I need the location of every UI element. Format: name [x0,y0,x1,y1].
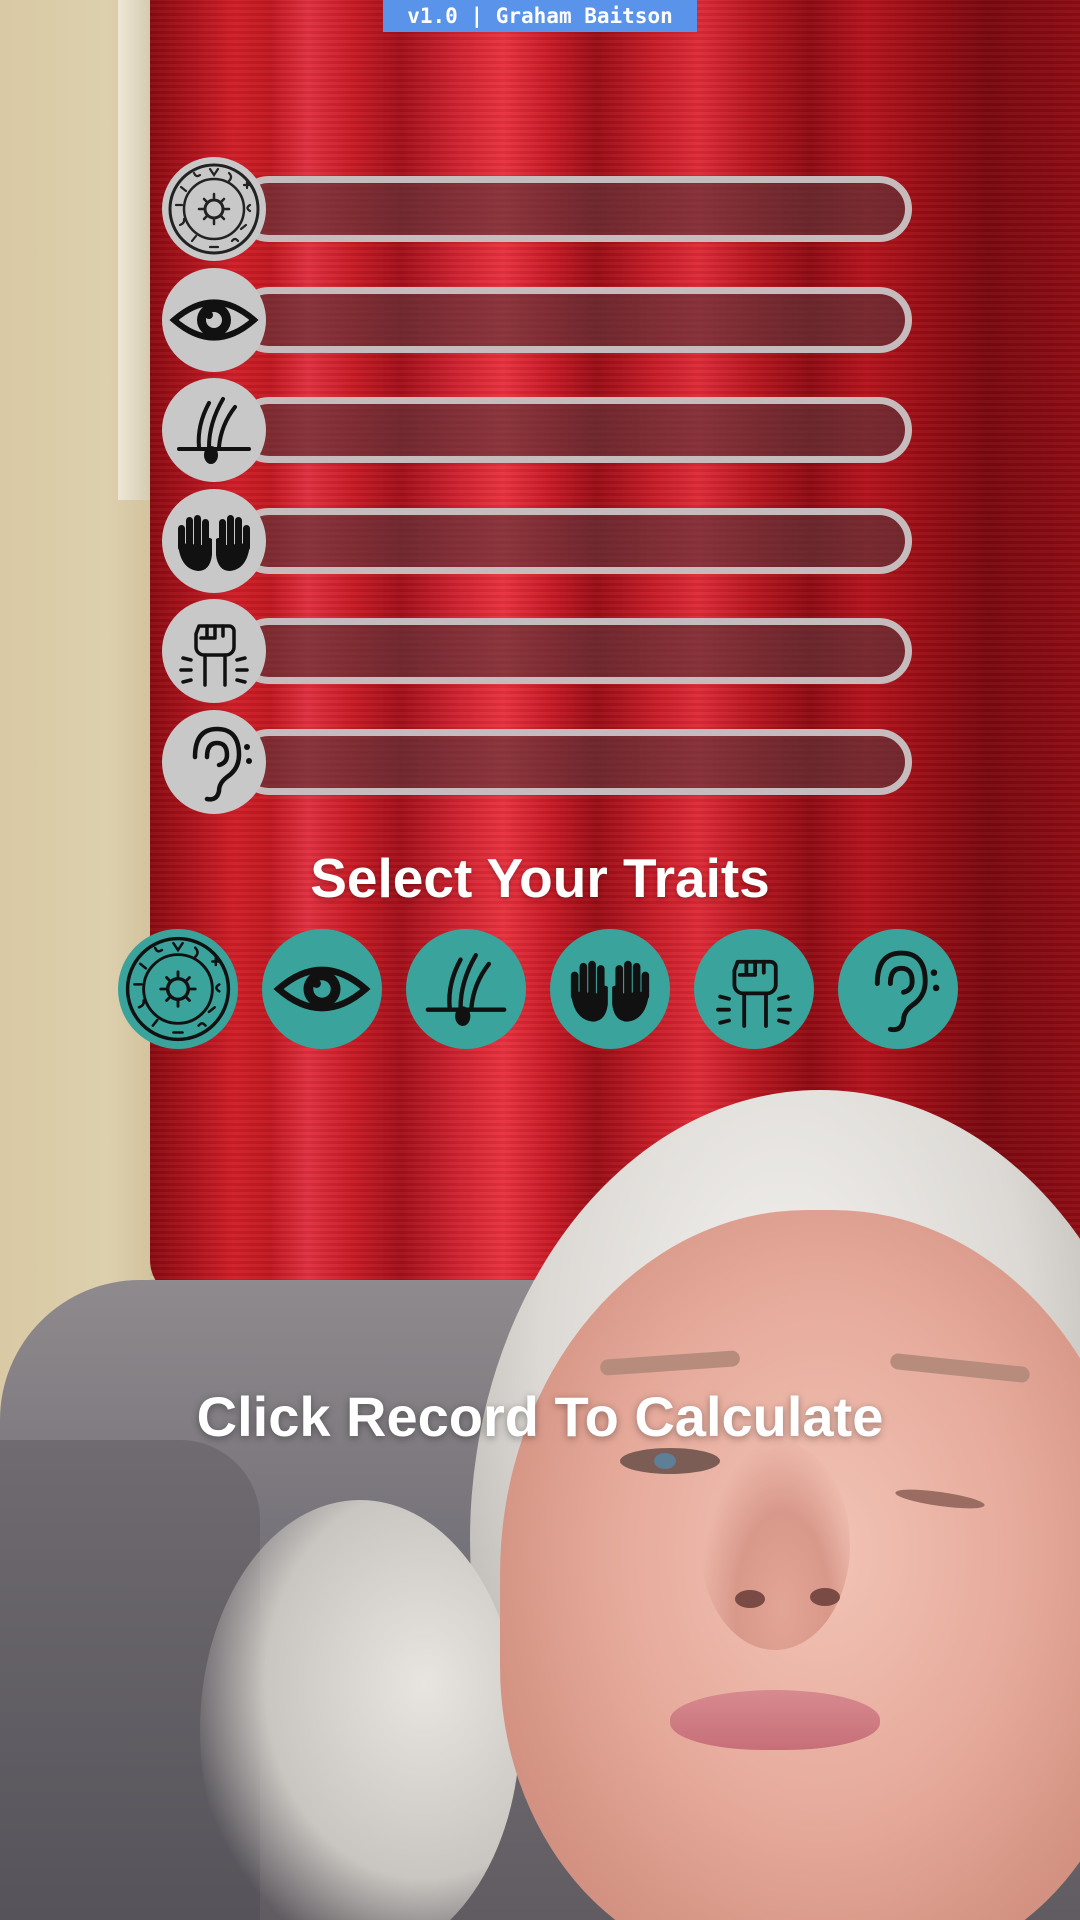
left-nostril [735,1590,765,1608]
zodiac-icon [125,936,231,1042]
hands-icon [162,489,266,593]
left-eye [620,1448,720,1474]
select-hands-button[interactable] [550,929,670,1049]
select-hair-button[interactable] [406,929,526,1049]
trait-bar-hands [236,508,912,574]
lips [670,1690,880,1750]
trait-row-zodiac [162,157,918,261]
zodiac-icon [162,157,266,261]
select-traits-heading: Select Your Traits [310,847,770,909]
version-badge: v1.0 | Graham Baitson [383,0,697,32]
select-ear-button[interactable] [838,929,958,1049]
ear-icon [874,950,940,1033]
trait-row-eye [162,268,918,372]
eye-icon [273,966,371,1012]
trait-bar-zodiac [236,176,912,242]
select-fist-button[interactable] [694,929,814,1049]
trait-bar-hair [236,397,912,463]
trait-bar-ear [236,729,912,795]
nose [700,1440,850,1650]
record-prompt: Click Record To Calculate [196,1385,884,1448]
trait-row-ear [162,710,918,814]
hair-follicle-icon [425,953,507,1027]
trait-bar-fist [236,618,912,684]
right-nostril [810,1588,840,1606]
select-zodiac-button[interactable] [118,929,238,1049]
raised-fist-icon [716,959,792,1028]
raised-fist-icon [162,599,266,703]
hair-follicle-icon [162,378,266,482]
trait-row-hair [162,378,918,482]
eye-icon [162,268,266,372]
ear-icon [162,710,266,814]
trait-row-fist [162,599,918,703]
trait-row-hands [162,489,918,593]
hands-icon [570,960,650,1022]
select-eye-button[interactable] [262,929,382,1049]
trait-bar-eye [236,287,912,353]
